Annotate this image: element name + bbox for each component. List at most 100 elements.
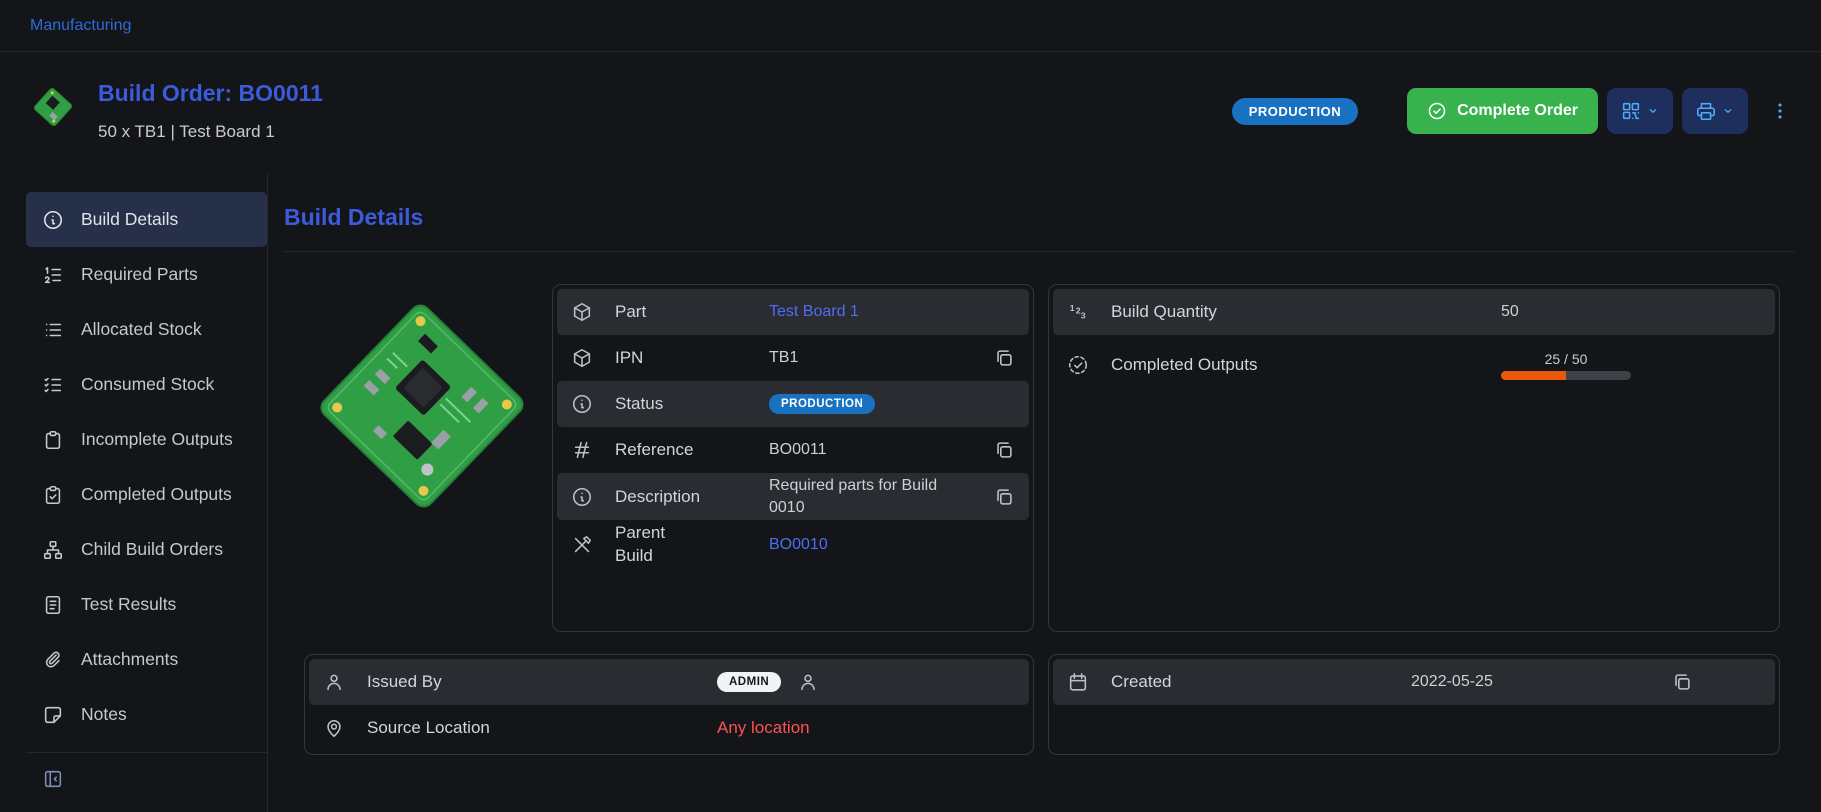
detail-label: Reference [615, 440, 769, 460]
sidebar-item-attachments[interactable]: Attachments [26, 632, 267, 687]
numbers-123-icon: 123 [1067, 301, 1089, 323]
part-link[interactable]: Test Board 1 [769, 303, 859, 321]
build-quantity-value: 50 [1501, 303, 1519, 321]
sidebar-item-label: Test Results [81, 594, 176, 615]
progress-track [1501, 371, 1631, 380]
user-icon [797, 671, 819, 693]
complete-order-button[interactable]: Complete Order [1407, 88, 1598, 134]
header-actions: PRODUCTION Complete Order [1232, 88, 1795, 134]
detail-label: IPN [615, 348, 769, 368]
sidebar-item-notes[interactable]: Notes [26, 687, 267, 742]
row-issued-by: Issued By ADMIN [309, 659, 1029, 705]
svg-text:3: 3 [1081, 310, 1086, 320]
chevron-down-icon [1720, 103, 1736, 119]
circle-check-icon [1427, 101, 1447, 121]
description-value: Required parts for Build 0010 [769, 475, 947, 518]
sidebar-item-incomplete-outputs[interactable]: Incomplete Outputs [26, 412, 267, 467]
row-created: Created 2022-05-25 [1053, 659, 1775, 705]
paperclip-icon [42, 649, 64, 671]
chevron-down-icon [1645, 103, 1661, 119]
completed-outputs-progress: 25 / 50 [1501, 351, 1631, 380]
row-build-quantity: 123 Build Quantity 50 [1053, 289, 1775, 335]
copy-button[interactable] [993, 347, 1015, 369]
sidebar-item-allocated-stock[interactable]: Allocated Stock [26, 302, 267, 357]
source-location-value: Any location [717, 718, 810, 738]
copy-button[interactable] [1671, 671, 1693, 693]
collapse-sidebar-button[interactable] [42, 768, 64, 793]
part-image[interactable] [304, 288, 540, 524]
issued-by-badge: ADMIN [717, 672, 781, 692]
info-circle-icon [42, 209, 64, 231]
svg-text:1: 1 [1070, 303, 1075, 313]
info-circle-icon [571, 486, 593, 508]
info-circle-icon [571, 393, 593, 415]
status-badge: PRODUCTION [769, 394, 875, 414]
hash-icon [571, 439, 593, 461]
copy-button[interactable] [993, 486, 1015, 508]
row-completed-outputs: Completed Outputs 25 / 50 [1053, 335, 1775, 395]
sidebar-item-completed-outputs[interactable]: Completed Outputs [26, 467, 267, 522]
sidebar-item-label: Notes [81, 704, 127, 725]
printer-icon [1695, 100, 1717, 122]
heading-divider [284, 251, 1795, 252]
quantity-label: Completed Outputs [1111, 355, 1501, 375]
dots-vertical-icon [1769, 100, 1791, 122]
sidebar-footer [26, 752, 267, 795]
main-content: Build Details [268, 174, 1821, 812]
print-actions-button[interactable] [1682, 88, 1748, 134]
sidebar-item-required-parts[interactable]: Required Parts [26, 247, 267, 302]
build-quantity-panel: 123 Build Quantity 50 Completed Outputs … [1048, 284, 1780, 632]
sidebar-item-label: Allocated Stock [81, 319, 202, 340]
barcode-actions-button[interactable] [1607, 88, 1673, 134]
sidebar-item-consumed-stock[interactable]: Consumed Stock [26, 357, 267, 412]
progress-fill [1501, 371, 1566, 380]
user-icon [323, 671, 345, 693]
sidebar-item-label: Child Build Orders [81, 539, 223, 560]
more-actions-button[interactable] [1765, 88, 1795, 134]
detail-label: Status [615, 394, 769, 414]
note-icon [42, 704, 64, 726]
sidebar-item-label: Build Details [81, 209, 178, 230]
clipboard-check-icon [42, 484, 64, 506]
copy-button[interactable] [993, 439, 1015, 461]
build-details-panel: Part Test Board 1 IPN TB1 Status PRODUCT… [552, 284, 1034, 632]
section-heading: Build Details [284, 204, 1795, 231]
detail-row-status: Status PRODUCTION [557, 381, 1029, 427]
circle-dashed-check-icon [1067, 354, 1089, 376]
parent-build-link[interactable]: BO0010 [769, 536, 828, 554]
breadcrumb-manufacturing[interactable]: Manufacturing [30, 17, 131, 35]
created-value: 2022-05-25 [1411, 673, 1493, 691]
sidebar-item-label: Required Parts [81, 264, 198, 285]
page-header: Build Order: BO0011 50 x TB1 | Test Boar… [0, 52, 1821, 174]
tools-icon [571, 534, 593, 556]
box-icon [571, 347, 593, 369]
list-check-icon [42, 374, 64, 396]
reference-value: BO0011 [769, 441, 827, 459]
detail-row-ipn: IPN TB1 [557, 335, 1029, 381]
page-title: Build Order: BO0011 [98, 80, 323, 107]
quantity-label: Build Quantity [1111, 302, 1501, 322]
created-panel: Created 2022-05-25 [1048, 654, 1780, 755]
header-title-group: Build Order: BO0011 50 x TB1 | Test Boar… [30, 80, 323, 142]
detail-label: Description [615, 487, 769, 507]
clipboard-icon [42, 429, 64, 451]
status-badge: PRODUCTION [1232, 98, 1358, 125]
sidebar-item-test-results[interactable]: Test Results [26, 577, 267, 632]
map-pin-icon [323, 717, 345, 739]
sidebar-item-label: Consumed Stock [81, 374, 214, 395]
created-label: Created [1111, 672, 1411, 692]
issue-panel: Issued By ADMIN Source Location Any loca… [304, 654, 1034, 755]
sidebar-item-label: Completed Outputs [81, 484, 232, 505]
detail-row-part: Part Test Board 1 [557, 289, 1029, 335]
list-numbers-icon [42, 264, 64, 286]
detail-label: Part [615, 302, 769, 322]
sidebar-item-child-build-orders[interactable]: Child Build Orders [26, 522, 267, 577]
box-icon [571, 301, 593, 323]
breadcrumb: Manufacturing [0, 0, 1821, 52]
calendar-icon [1067, 671, 1089, 693]
part-thumbnail[interactable] [30, 84, 76, 130]
report-icon [42, 594, 64, 616]
row-source-location: Source Location Any location [309, 705, 1029, 751]
issue-label: Source Location [367, 718, 717, 738]
sidebar-item-build-details[interactable]: Build Details [26, 192, 267, 247]
